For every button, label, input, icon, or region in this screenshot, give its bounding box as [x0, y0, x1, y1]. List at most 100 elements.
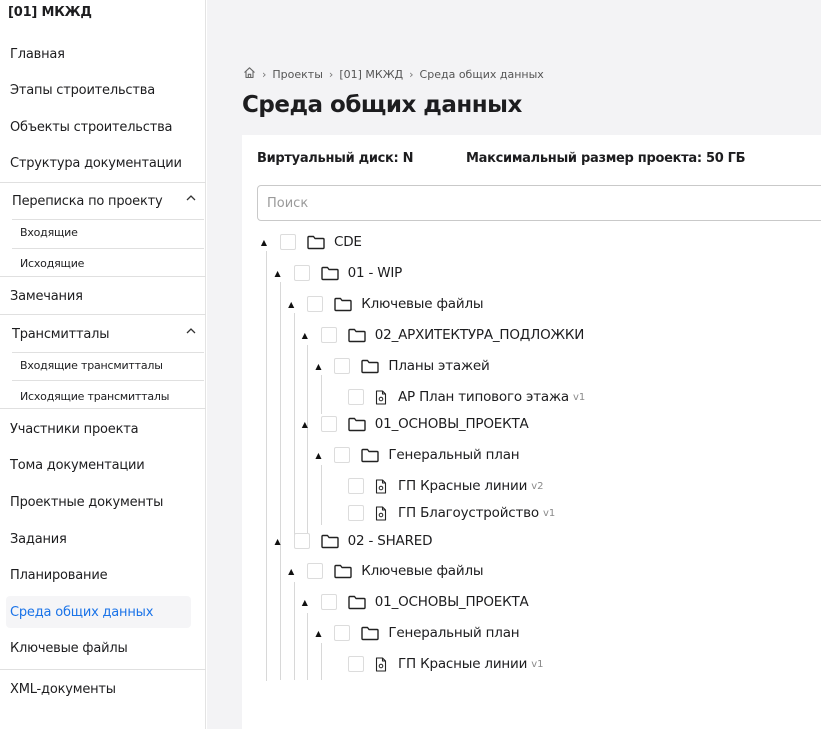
folder-icon	[320, 533, 339, 549]
expand-toggle-icon[interactable]: ▲	[311, 626, 325, 640]
version-badge: v1	[542, 507, 556, 519]
expand-toggle-icon[interactable]: ▲	[271, 534, 285, 548]
sidebar-item-remarks[interactable]: Замечания	[10, 289, 83, 304]
sidebar-item-tasks[interactable]: Задания	[10, 532, 67, 547]
tree-row-folder[interactable]: ▲ 01 - WIP	[271, 263, 403, 283]
tree-checkbox[interactable]	[307, 563, 324, 579]
sidebar-subitem-outgoing-transmittals[interactable]: Исходящие трансмитталы	[20, 390, 169, 403]
folder-icon	[361, 358, 380, 374]
tree-checkbox[interactable]	[348, 478, 364, 494]
page-title: Среда общих данных	[242, 92, 522, 118]
tree-row-folder[interactable]: ▲ CDE	[257, 232, 362, 252]
expand-toggle-icon[interactable]: ▲	[284, 564, 298, 578]
top-bar	[207, 0, 821, 46]
tree-guide-line	[321, 375, 322, 414]
sidebar-item-construction-stages[interactable]: Этапы строительства	[10, 83, 155, 98]
expand-toggle-icon[interactable]: ▲	[311, 359, 325, 373]
sidebar-subitem-incoming-transmittals[interactable]: Входящие трансмитталы	[20, 359, 163, 372]
tree-row-folder[interactable]: ▲ 01_ОСНОВЫ_ПРОЕКТА	[298, 414, 529, 434]
folder-icon	[348, 594, 366, 610]
tree-item-label[interactable]: ГП Благоустройство	[398, 505, 539, 521]
divider	[0, 669, 206, 670]
sidebar-subitem-incoming[interactable]: Входящие	[20, 226, 78, 239]
tree-guide-line	[307, 613, 308, 680]
folder-icon	[348, 327, 366, 343]
chevron-up-icon[interactable]	[184, 324, 198, 338]
expand-toggle-icon[interactable]: ▲	[271, 266, 285, 280]
tree-checkbox[interactable]	[320, 327, 337, 343]
tree-row-folder[interactable]: ▲ Ключевые файлы	[284, 561, 484, 581]
expand-toggle-icon[interactable]: ▲	[298, 595, 312, 609]
tree-row-folder[interactable]: ▲ Планы этажей	[311, 356, 490, 376]
tree-item-label[interactable]: Генеральный план	[388, 625, 519, 641]
tree-item-label[interactable]: CDE	[334, 234, 362, 250]
tree-guide-line	[321, 643, 322, 680]
sidebar-subitem-outgoing[interactable]: Исходящие	[20, 257, 84, 270]
document-icon	[375, 389, 389, 405]
version-badge: v1	[531, 658, 544, 670]
expand-toggle-icon[interactable]: ▲	[298, 328, 312, 342]
breadcrumb-item[interactable]: [01] МКЖД	[339, 68, 403, 81]
tree-item-label[interactable]: Ключевые файлы	[361, 296, 483, 312]
tree-row-folder[interactable]: ▲ Ключевые файлы	[284, 294, 484, 314]
tree-item-label[interactable]: 01 - WIP	[348, 265, 403, 281]
tree-row-file[interactable]: ГП Благоустройство v1	[325, 503, 555, 523]
tree-checkbox[interactable]	[320, 594, 337, 610]
tree-checkbox[interactable]	[334, 358, 351, 374]
sidebar-item-cde[interactable]: Среда общих данных	[6, 596, 191, 628]
tree-item-label[interactable]: ГП Красные линии	[398, 656, 527, 672]
sidebar-item-planning[interactable]: Планирование	[10, 568, 108, 583]
home-icon[interactable]	[243, 66, 256, 82]
tree-checkbox[interactable]	[307, 296, 324, 312]
tree-row-file[interactable]: ГП Красные линии v1	[325, 654, 543, 674]
sidebar-item-project-docs[interactable]: Проектные документы	[10, 495, 163, 510]
expand-toggle-icon[interactable]: ▲	[311, 448, 325, 462]
tree-item-label[interactable]: 01_ОСНОВЫ_ПРОЕКТА	[375, 416, 529, 432]
sidebar-item-participants[interactable]: Участники проекта	[10, 422, 139, 437]
sidebar-item-doc-volumes[interactable]: Тома документации	[10, 458, 145, 473]
tree-item-label[interactable]: Генеральный план	[388, 447, 519, 463]
sidebar-item-key-files[interactable]: Ключевые файлы	[10, 641, 128, 656]
tree-item-label[interactable]: Ключевые файлы	[361, 563, 483, 579]
tree-row-file[interactable]: ГП Красные линии v2	[325, 476, 543, 496]
document-icon	[375, 505, 389, 521]
breadcrumb-item-current: Среда общих данных	[419, 67, 544, 81]
search-input[interactable]	[257, 185, 821, 221]
tree-item-label[interactable]: Планы этажей	[388, 358, 489, 374]
sidebar-item-home[interactable]: Главная	[10, 47, 65, 62]
tree-item-label[interactable]: 02_АРХИТЕКТУРА_ПОДЛОЖКИ	[375, 327, 585, 343]
virtual-disk-info: Виртуальный диск: N	[257, 151, 414, 166]
tree-row-folder[interactable]: ▲ 02_АРХИТЕКТУРА_ПОДЛОЖКИ	[298, 325, 584, 345]
tree-row-folder[interactable]: ▲ Генеральный план	[311, 623, 520, 643]
tree-checkbox[interactable]	[334, 625, 351, 641]
folder-icon	[348, 416, 366, 432]
tree-row-file[interactable]: АР План типового этажа v1	[325, 387, 585, 407]
tree-checkbox[interactable]	[320, 416, 337, 432]
sidebar-group-correspondence[interactable]: Переписка по проекту	[12, 194, 202, 209]
sidebar-item-construction-objects[interactable]: Объекты строительства	[10, 120, 173, 135]
chevron-up-icon[interactable]	[184, 191, 198, 205]
tree-checkbox[interactable]	[348, 656, 364, 672]
tree-item-label[interactable]: 01_ОСНОВЫ_ПРОЕКТА	[375, 594, 529, 610]
tree-checkbox[interactable]	[334, 447, 351, 463]
tree-checkbox[interactable]	[293, 533, 310, 549]
expand-toggle-icon[interactable]: ▲	[257, 235, 271, 249]
tree-row-folder[interactable]: ▲ 02 - SHARED	[271, 531, 433, 551]
sidebar-item-doc-structure[interactable]: Структура документации	[10, 156, 182, 171]
tree-checkbox[interactable]	[280, 234, 296, 250]
tree-checkbox[interactable]	[348, 505, 364, 521]
tree-checkbox[interactable]	[293, 265, 310, 281]
app-title: [01] МКЖД	[8, 5, 92, 20]
sidebar-group-transmittals[interactable]: Трансмитталы	[12, 327, 202, 342]
tree-checkbox[interactable]	[348, 389, 364, 405]
sidebar: [01] МКЖД Главная Этапы строительства Об…	[0, 0, 206, 729]
tree-item-label[interactable]: АР План типового этажа	[398, 389, 569, 405]
breadcrumb-item[interactable]: Проекты	[272, 68, 323, 81]
expand-toggle-icon[interactable]: ▲	[284, 297, 298, 311]
tree-row-folder[interactable]: ▲ 01_ОСНОВЫ_ПРОЕКТА	[298, 592, 529, 612]
tree-item-label[interactable]: 02 - SHARED	[348, 533, 433, 549]
sidebar-item-xml-docs[interactable]: XML-документы	[10, 682, 116, 697]
tree-row-folder[interactable]: ▲ Генеральный план	[311, 445, 520, 465]
tree-item-label[interactable]: ГП Красные линии	[398, 478, 527, 494]
expand-toggle-icon[interactable]: ▲	[298, 417, 312, 431]
